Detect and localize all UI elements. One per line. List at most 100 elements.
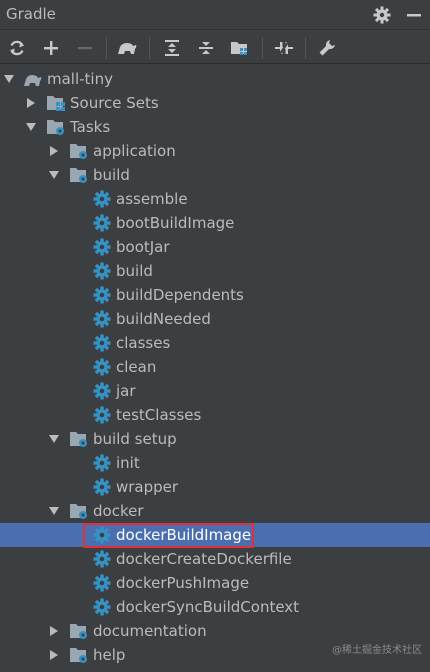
task-gear-icon bbox=[92, 237, 112, 257]
tree-node-label: init bbox=[116, 454, 140, 472]
tree-node-task[interactable]: wrapper bbox=[0, 475, 430, 499]
task-gear-icon bbox=[92, 381, 112, 401]
tree-node-label: application bbox=[93, 142, 176, 160]
tree-node-label: testClasses bbox=[116, 406, 202, 424]
chevron-down-icon[interactable] bbox=[3, 73, 15, 85]
tree-node-task[interactable]: init bbox=[0, 451, 430, 475]
tree-node-task[interactable]: classes bbox=[0, 331, 430, 355]
tree-node-project[interactable]: mall-tiny bbox=[0, 67, 430, 91]
tree-node-label: bootJar bbox=[116, 238, 170, 256]
tree-node-label: Source Sets bbox=[70, 94, 159, 112]
tree-node-label: build setup bbox=[93, 430, 177, 448]
task-gear-icon bbox=[92, 549, 112, 569]
tree-node-label: bootBuildImage bbox=[116, 214, 235, 232]
tree-node-label: dockerPushImage bbox=[116, 574, 250, 592]
tree-node-label: buildNeeded bbox=[116, 310, 211, 328]
tree-node-label: dockerCreateDockerfile bbox=[116, 550, 292, 568]
tree-node-label: docker bbox=[93, 502, 144, 520]
group-tasks-icon[interactable] bbox=[229, 37, 251, 59]
tree-node-group-documentation[interactable]: documentation bbox=[0, 619, 430, 643]
refresh-icon[interactable] bbox=[6, 37, 28, 59]
task-group-folder-icon bbox=[70, 504, 87, 519]
tool-window-header: Gradle bbox=[0, 0, 430, 30]
tree-node-task[interactable]: assemble bbox=[0, 187, 430, 211]
tree-node-group-docker[interactable]: docker bbox=[0, 499, 430, 523]
task-gear-icon bbox=[92, 477, 112, 497]
source-sets-icon bbox=[47, 96, 65, 111]
task-gear-icon bbox=[92, 405, 112, 425]
tree-node-label: dockerSyncBuildContext bbox=[116, 598, 300, 616]
gradle-toolbar bbox=[0, 31, 430, 64]
tree-node-task[interactable]: bootBuildImage bbox=[0, 211, 430, 235]
chevron-down-icon[interactable] bbox=[25, 121, 37, 133]
tree-node-group-build-setup[interactable]: build setup bbox=[0, 427, 430, 451]
task-gear-icon bbox=[92, 453, 112, 473]
gradle-project-tree: mall-tiny Source Sets Tasks application bbox=[0, 67, 430, 672]
toggle-offline-icon[interactable] bbox=[273, 37, 295, 59]
tree-node-tasks[interactable]: Tasks bbox=[0, 115, 430, 139]
tool-window-title: Gradle bbox=[6, 5, 56, 23]
tree-node-task[interactable]: clean bbox=[0, 355, 430, 379]
task-group-folder-icon bbox=[70, 624, 87, 639]
toolbar-separator bbox=[305, 37, 306, 59]
tree-node-label: jar bbox=[116, 382, 136, 400]
tree-node-label: build bbox=[116, 262, 153, 280]
wrench-icon[interactable] bbox=[316, 37, 338, 59]
tree-node-label: mall-tiny bbox=[47, 70, 113, 88]
tree-node-label: assemble bbox=[116, 190, 188, 208]
task-gear-icon bbox=[92, 285, 112, 305]
chevron-down-icon[interactable] bbox=[48, 433, 60, 445]
tasks-folder-icon bbox=[47, 120, 64, 135]
task-gear-icon bbox=[92, 333, 112, 353]
tree-node-label: classes bbox=[116, 334, 171, 352]
collapse-all-icon[interactable] bbox=[195, 37, 217, 59]
tree-node-task[interactable]: jar bbox=[0, 379, 430, 403]
toolbar-separator bbox=[262, 37, 263, 59]
add-icon[interactable] bbox=[40, 37, 62, 59]
tree-node-task[interactable]: buildNeeded bbox=[0, 307, 430, 331]
watermark-text: @稀土掘金技术社区 bbox=[332, 645, 422, 656]
chevron-down-icon[interactable] bbox=[48, 505, 60, 517]
chevron-right-icon[interactable] bbox=[48, 649, 60, 661]
task-gear-icon bbox=[92, 213, 112, 233]
expand-all-icon[interactable] bbox=[161, 37, 183, 59]
tree-node-source-sets[interactable]: Source Sets bbox=[0, 91, 430, 115]
highlight-annotation-box bbox=[83, 523, 254, 548]
task-group-folder-icon bbox=[70, 432, 87, 447]
task-gear-icon bbox=[92, 573, 112, 593]
tree-node-label: help bbox=[93, 646, 126, 664]
tree-node-group-build[interactable]: build bbox=[0, 163, 430, 187]
task-group-folder-icon bbox=[70, 168, 87, 183]
tree-node-task[interactable]: build bbox=[0, 259, 430, 283]
tree-node-label: buildDependents bbox=[116, 286, 244, 304]
tree-node-task[interactable]: buildDependents bbox=[0, 283, 430, 307]
tree-node-label: documentation bbox=[93, 622, 207, 640]
tree-node-group-application[interactable]: application bbox=[0, 139, 430, 163]
tree-node-task[interactable]: dockerPushImage bbox=[0, 571, 430, 595]
tree-node-label: Tasks bbox=[70, 118, 111, 136]
chevron-down-icon[interactable] bbox=[48, 169, 60, 181]
settings-gear-icon[interactable] bbox=[372, 5, 392, 29]
tree-node-task[interactable]: dockerCreateDockerfile bbox=[0, 547, 430, 571]
gradle-project-icon bbox=[24, 75, 42, 86]
tree-node-task[interactable]: dockerSyncBuildContext bbox=[0, 595, 430, 619]
chevron-right-icon[interactable] bbox=[48, 145, 60, 157]
tree-node-label: build bbox=[93, 166, 130, 184]
tree-node-task[interactable]: testClasses bbox=[0, 403, 430, 427]
task-gear-icon bbox=[92, 309, 112, 329]
tree-node-label: clean bbox=[116, 358, 157, 376]
minimize-icon[interactable] bbox=[406, 5, 422, 29]
chevron-right-icon[interactable] bbox=[48, 625, 60, 637]
chevron-right-icon[interactable] bbox=[25, 97, 37, 109]
task-gear-icon bbox=[92, 189, 112, 209]
task-group-folder-icon bbox=[70, 648, 87, 663]
task-group-folder-icon bbox=[70, 144, 87, 159]
toolbar-separator bbox=[106, 37, 107, 59]
tree-node-task[interactable]: bootJar bbox=[0, 235, 430, 259]
remove-icon[interactable] bbox=[74, 37, 96, 59]
task-gear-icon bbox=[92, 597, 112, 617]
toolbar-separator bbox=[149, 37, 150, 59]
task-gear-icon bbox=[92, 261, 112, 281]
task-gear-icon bbox=[92, 357, 112, 377]
gradle-elephant-icon[interactable] bbox=[116, 37, 138, 59]
